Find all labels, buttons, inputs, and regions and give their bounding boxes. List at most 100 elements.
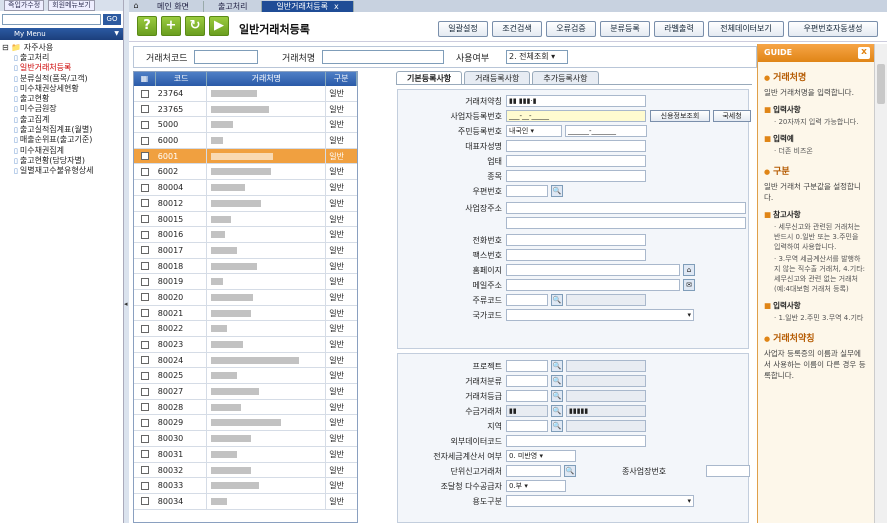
row-checkbox[interactable]	[134, 478, 156, 493]
table-row[interactable]: 80033 일반	[134, 478, 357, 494]
zip-search-icon[interactable]: 🔍	[551, 185, 563, 197]
table-row[interactable]: 80022 일반	[134, 321, 357, 337]
row-checkbox[interactable]	[134, 337, 156, 352]
menu-item[interactable]: 미수채권집계	[2, 146, 123, 156]
row-checkbox[interactable]	[134, 164, 156, 179]
row-checkbox[interactable]	[134, 494, 156, 509]
grade-input[interactable]	[506, 390, 548, 402]
resident-no-input[interactable]: ______-_______	[565, 125, 647, 137]
unit-report-input[interactable]	[506, 465, 561, 477]
project-input[interactable]	[506, 360, 548, 372]
unit-report-search-icon[interactable]: 🔍	[564, 465, 576, 477]
email-icon[interactable]: ✉	[683, 279, 695, 291]
add-icon[interactable]: +	[161, 16, 181, 36]
guide-scrollbar[interactable]	[874, 44, 887, 523]
table-row[interactable]: 80004 일반	[134, 180, 357, 196]
row-checkbox[interactable]	[134, 196, 156, 211]
address-input-2[interactable]	[506, 217, 746, 229]
zip-input[interactable]	[506, 185, 548, 197]
table-row[interactable]: 80015 일반	[134, 211, 357, 228]
row-checkbox[interactable]	[134, 117, 156, 132]
table-row[interactable]: 80016 일반	[134, 227, 357, 243]
row-checkbox[interactable]	[134, 149, 156, 164]
label-print-button[interactable]: 라벨출력	[654, 21, 704, 37]
home-icon[interactable]: ⌂	[129, 1, 143, 12]
table-row[interactable]: 80012 일반	[134, 195, 357, 212]
short-name-input[interactable]: ▮▮ ▮▮▮·▮	[506, 95, 646, 107]
tab-shipment[interactable]: 출고처리	[204, 1, 263, 12]
menu-item[interactable]: 출고처리	[2, 53, 123, 63]
sub-biz-no-input[interactable]	[706, 465, 750, 477]
name-input[interactable]	[322, 50, 444, 64]
code-input[interactable]	[194, 50, 258, 64]
menu-search-input[interactable]	[2, 13, 101, 25]
row-checkbox[interactable]	[134, 400, 156, 415]
use-select[interactable]: 2. 전체조회 ▾	[506, 50, 568, 64]
help-icon[interactable]: ?	[137, 16, 157, 36]
home-link-icon[interactable]: ⌂	[683, 264, 695, 276]
etax-select[interactable]: 0. 미반영 ▾	[506, 450, 576, 462]
class-search-icon[interactable]: 🔍	[551, 375, 563, 387]
credit-info-button[interactable]: 신용정보조회	[650, 110, 710, 122]
tab-transaction[interactable]: 거래등록사항	[464, 71, 531, 84]
row-checkbox[interactable]	[134, 353, 156, 368]
country-select[interactable]: ▾	[506, 309, 694, 321]
tax-office-button[interactable]: 국세청	[713, 110, 751, 122]
table-row[interactable]: 80020 일반	[134, 289, 357, 306]
top-link-2[interactable]: 회원메뉴보기	[48, 0, 95, 11]
row-checkbox[interactable]	[134, 306, 156, 321]
zip-auto-generate-button[interactable]: 우편번호자동생성	[788, 21, 878, 37]
menu-item[interactable]: 출고실적집계표(월별)	[2, 125, 123, 135]
email-input[interactable]	[506, 279, 680, 291]
table-row[interactable]: 80027 일반	[134, 384, 357, 400]
menu-item[interactable]: 미수금원장	[2, 104, 123, 114]
table-row[interactable]: 23765 일반	[134, 101, 357, 118]
item-input[interactable]	[506, 170, 646, 182]
view-all-data-button[interactable]: 전체데이터보기	[708, 21, 784, 37]
row-checkbox[interactable]	[134, 259, 156, 274]
table-row[interactable]: 80034 일반	[134, 493, 357, 510]
table-row[interactable]: 80021 일반	[134, 305, 357, 322]
row-checkbox[interactable]	[134, 227, 156, 242]
row-checkbox[interactable]	[134, 415, 156, 430]
multi-supplier-select[interactable]: 0.부 ▾	[506, 480, 566, 492]
table-row[interactable]: 80023 일반	[134, 337, 357, 353]
category-register-button[interactable]: 분류등록	[600, 21, 650, 37]
ceo-input[interactable]	[506, 140, 646, 152]
table-row[interactable]: 80017 일반	[134, 242, 357, 259]
address-input-1[interactable]	[506, 202, 746, 214]
table-row[interactable]: 80030 일반	[134, 431, 357, 447]
header-name[interactable]: 거래처명	[207, 72, 327, 86]
refresh-icon[interactable]: ↻	[185, 16, 205, 36]
tab-additional[interactable]: 추가등록사항	[532, 71, 599, 84]
project-search-icon[interactable]: 🔍	[551, 360, 563, 372]
menu-item[interactable]: 출고현황	[2, 94, 123, 104]
row-checkbox[interactable]	[134, 321, 156, 336]
row-checkbox[interactable]	[134, 86, 156, 101]
row-checkbox[interactable]	[134, 102, 156, 117]
menu-item[interactable]: 매출순위표(출고기준)	[2, 135, 123, 145]
row-checkbox[interactable]	[134, 212, 156, 227]
tab-main[interactable]: 메인 화면	[143, 1, 204, 12]
close-tab-icon[interactable]: x	[334, 2, 339, 11]
row-checkbox[interactable]	[134, 384, 156, 399]
phone-input[interactable]	[506, 234, 646, 246]
menu-item[interactable]: 미수채권상세현황	[2, 84, 123, 94]
table-row[interactable]: 23764 일반	[134, 86, 357, 102]
nation-select[interactable]: 내국인 ▾	[506, 125, 562, 137]
table-row[interactable]: 80018 일반	[134, 258, 357, 275]
tree-group[interactable]: ⊟ 📁 자주사용	[2, 42, 123, 53]
run-icon[interactable]: ▶	[209, 16, 229, 36]
table-row[interactable]: 80032 일반	[134, 462, 357, 479]
fax-input[interactable]	[506, 249, 646, 261]
grid-settings-icon[interactable]: ▦	[134, 72, 156, 86]
guide-close-icon[interactable]: x	[858, 47, 870, 59]
table-row[interactable]: 5000 일반	[134, 117, 357, 134]
row-checkbox[interactable]	[134, 368, 156, 383]
table-row[interactable]: 80019 일반	[134, 274, 357, 290]
table-row[interactable]: 80028 일반	[134, 399, 357, 416]
row-checkbox[interactable]	[134, 447, 156, 462]
table-row[interactable]: 80024 일반	[134, 352, 357, 369]
row-checkbox[interactable]	[134, 274, 156, 289]
menu-item[interactable]: 일반거래처등록	[2, 63, 123, 73]
